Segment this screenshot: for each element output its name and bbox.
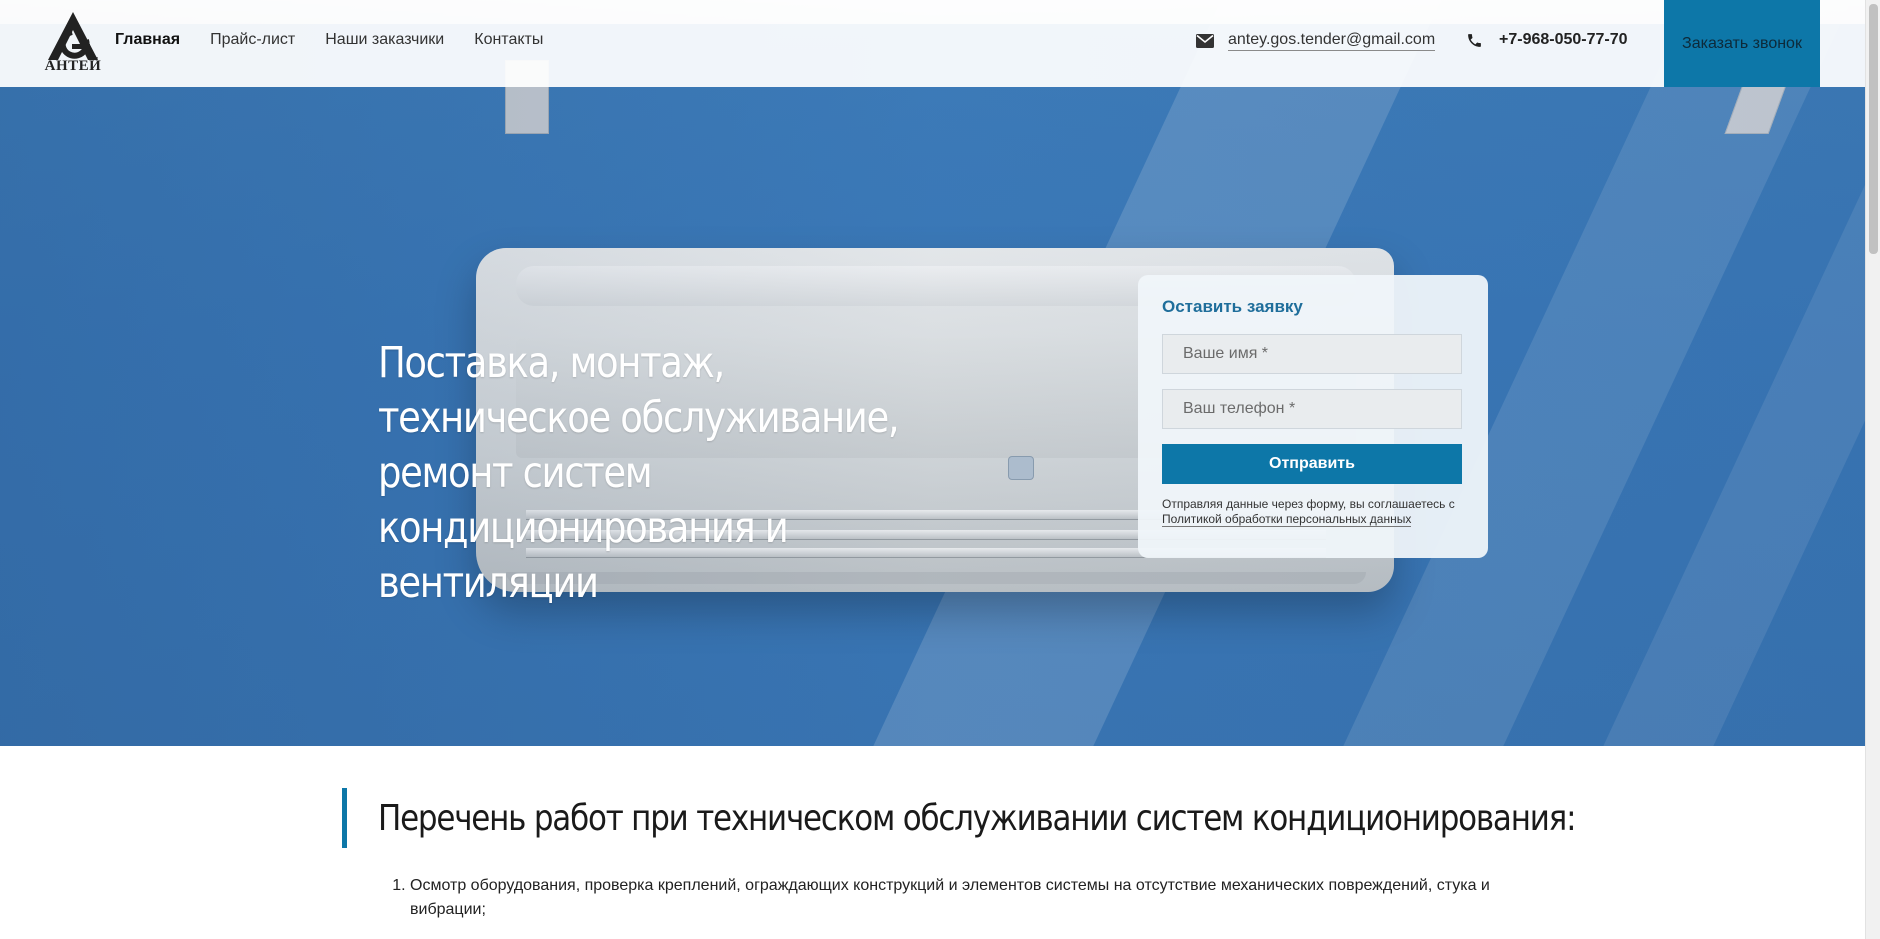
nav-item-price-list[interactable]: Прайс-лист	[210, 31, 295, 49]
page-scrollbar[interactable]	[1865, 0, 1880, 939]
nav-item-contacts[interactable]: Контакты	[474, 31, 543, 49]
consent-text: Отправляя данные через форму, вы соглаша…	[1162, 497, 1464, 527]
hero-banner	[0, 0, 1865, 746]
order-callback-button[interactable]: Заказать звонок	[1664, 0, 1820, 87]
email-link[interactable]: antey.gos.tender@gmail.com	[1228, 31, 1436, 51]
section-title: Перечень работ при техническом обслужива…	[378, 798, 1576, 839]
request-form: Оставить заявку Отправить Отправляя данн…	[1138, 275, 1488, 558]
list-item: Осмотр оборудования, проверка креплений,…	[410, 874, 1530, 922]
works-list: Осмотр оборудования, проверка креплений,…	[370, 874, 1530, 928]
phone-icon	[1468, 33, 1481, 47]
form-title: Оставить заявку	[1162, 297, 1303, 316]
hero-overlay	[0, 0, 1865, 746]
submit-button[interactable]: Отправить	[1162, 444, 1462, 484]
page: АНТЕЙ Главная Прайс-лист Наши заказчики …	[0, 0, 1880, 939]
contact-email: antey.gos.tender@gmail.com	[1196, 31, 1436, 51]
nav-item-customers[interactable]: Наши заказчики	[325, 31, 444, 49]
contact-phone: +7-968-050-77-70	[1466, 31, 1628, 49]
envelope-icon	[1196, 34, 1214, 48]
consent-label: Отправляя данные через форму, вы соглаша…	[1162, 497, 1455, 511]
scrollbar-thumb[interactable]	[1869, 4, 1878, 254]
phone-number[interactable]: +7-968-050-77-70	[1499, 31, 1628, 49]
privacy-policy-link[interactable]: Политикой обработки персональных данных	[1162, 512, 1412, 527]
logo-text: АНТЕЙ	[44, 58, 102, 74]
nav-item-home[interactable]: Главная	[115, 31, 180, 49]
phone-input[interactable]	[1162, 389, 1462, 429]
name-input[interactable]	[1162, 334, 1462, 374]
main-nav: Главная Прайс-лист Наши заказчики Контак…	[115, 31, 543, 49]
site-header: АНТЕЙ Главная Прайс-лист Наши заказчики …	[0, 0, 1865, 87]
hero-title: Поставка, монтаж, техническое обслуживан…	[378, 338, 900, 608]
section-accent-bar	[342, 788, 347, 848]
